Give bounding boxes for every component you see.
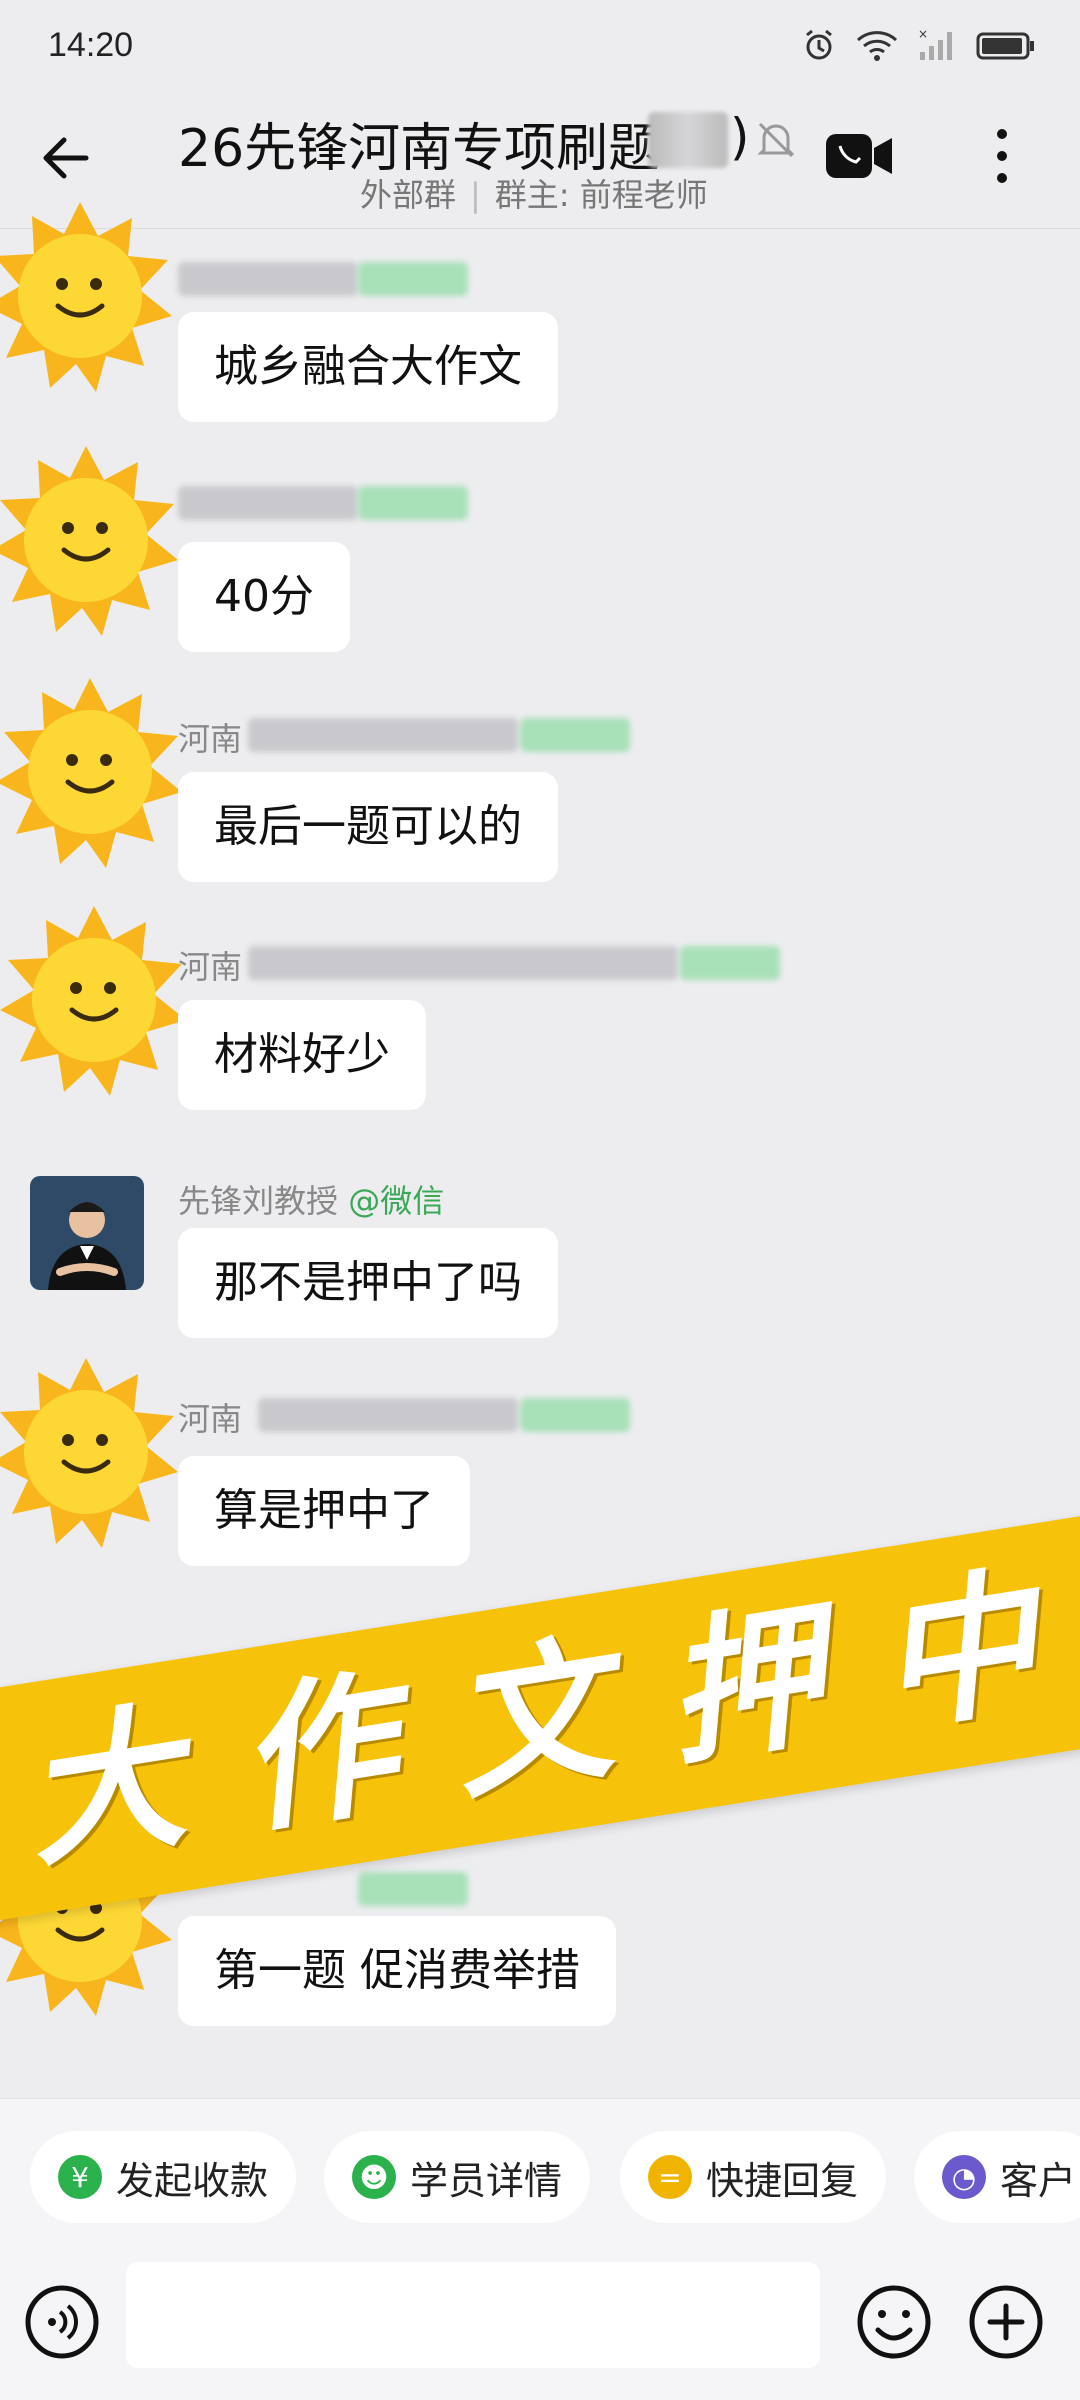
redacted-tag: [520, 1398, 630, 1432]
wifi-icon: [856, 31, 898, 61]
chat-subtitle: 外部群 | 群主: 前程老师: [360, 176, 708, 214]
message-bubble[interactable]: 40分: [178, 542, 350, 652]
status-icons: ×: [802, 28, 1036, 62]
message-bubble[interactable]: 城乡融合大作文: [178, 312, 558, 422]
chip-student-details[interactable]: ☻ 学员详情: [324, 2131, 591, 2223]
message-bubble[interactable]: 算是押中了: [178, 1456, 470, 1566]
input-bar: [0, 2258, 1080, 2400]
redacted-sender: [258, 1398, 518, 1432]
redacted-tag: [520, 718, 630, 752]
message-bubble[interactable]: 那不是押中了吗: [178, 1228, 558, 1338]
student-icon: ☻: [352, 2155, 396, 2199]
chip-customer[interactable]: ◔ 客户: [914, 2131, 1080, 2223]
sender-name: 先锋刘教授 @微信: [178, 1182, 445, 1220]
group-type: 外部群: [360, 176, 457, 214]
sender-name: 河南: [178, 948, 243, 986]
signal-icon: ×: [918, 28, 952, 60]
emoji-icon[interactable]: [854, 2282, 934, 2362]
sender-tag: @微信: [348, 1182, 445, 1220]
sun-avatar[interactable]: [0, 900, 194, 1100]
teacher-avatar[interactable]: [30, 1176, 144, 1290]
sun-avatar[interactable]: [0, 196, 180, 396]
redacted-tag: [358, 486, 468, 520]
redacted-sender: [248, 718, 518, 752]
redacted-tag: [680, 946, 780, 980]
voice-input-icon[interactable]: [22, 2282, 102, 2362]
sun-avatar[interactable]: [0, 672, 190, 872]
redacted-sender: [248, 946, 678, 980]
svg-text:×: ×: [918, 28, 928, 41]
sender-name: 河南: [178, 720, 243, 758]
chip-payment[interactable]: ¥ 发起收款: [30, 2131, 297, 2223]
group-owner: 群主: 前程老师: [494, 176, 708, 214]
message-bubble[interactable]: 第一题 促消费举措: [178, 1916, 616, 2026]
quick-reply-icon: =: [648, 2155, 692, 2199]
redacted-tag: [358, 1872, 468, 1906]
video-call-icon[interactable]: [826, 130, 894, 182]
sun-avatar[interactable]: [0, 440, 186, 640]
back-arrow-icon[interactable]: [36, 128, 96, 188]
battery-icon: [976, 32, 1034, 60]
quick-actions-bar: ¥ 发起收款 ☻ 学员详情 = 快捷回复 ◔ 客户: [0, 2098, 1080, 2259]
plus-icon[interactable]: [966, 2282, 1046, 2362]
customer-icon: ◔: [942, 2155, 986, 2199]
title-redaction: [648, 112, 728, 168]
payment-icon: ¥: [58, 2155, 102, 2199]
sun-avatar[interactable]: [0, 1352, 186, 1552]
redacted-tag: [358, 262, 468, 296]
mute-bell-icon: [757, 122, 795, 158]
status-bar: 14:20 ×: [0, 0, 1080, 96]
message-bubble[interactable]: 最后一题可以的: [178, 772, 558, 882]
message-bubble[interactable]: 材料好少: [178, 1000, 426, 1110]
redacted-sender: [178, 486, 358, 520]
status-time: 14:20: [48, 26, 134, 64]
more-options-icon[interactable]: [980, 122, 1024, 190]
promo-banner: 大作文押中: [0, 1507, 1080, 1923]
message-input[interactable]: [126, 2262, 820, 2368]
alarm-icon: [806, 29, 832, 60]
chip-quick-reply[interactable]: = 快捷回复: [620, 2131, 887, 2223]
banner-text: 大作文押中: [12, 1539, 1080, 1890]
redacted-sender: [178, 262, 358, 296]
sender-name: 河南: [178, 1400, 243, 1438]
title-suffix: ): [730, 108, 750, 166]
